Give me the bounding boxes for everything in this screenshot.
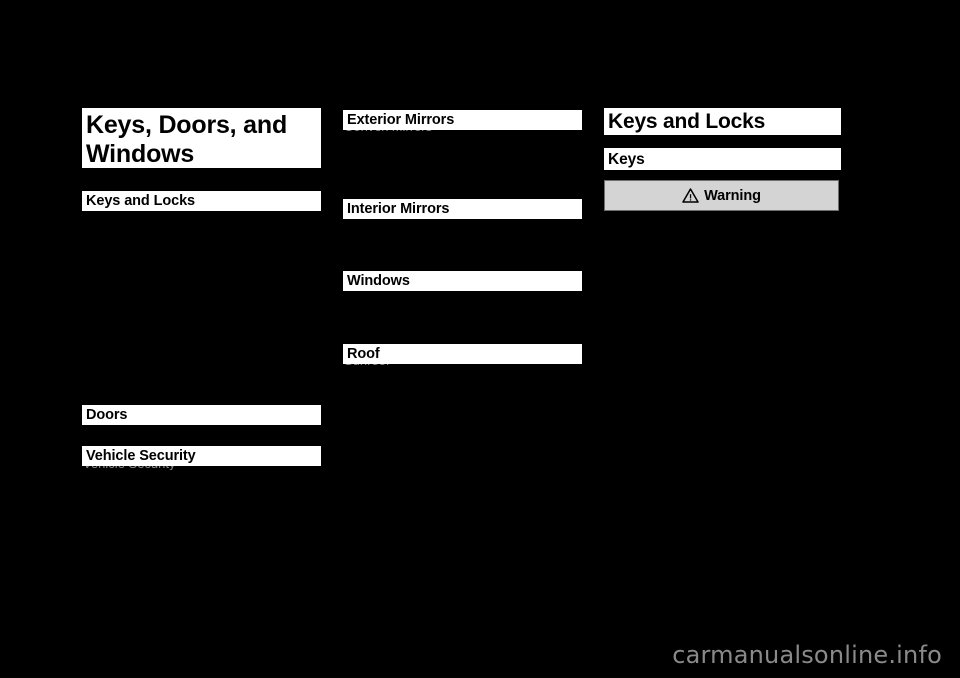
- clipped-entry-exterior-mirrors: Convex Mirrors: [344, 129, 580, 133]
- section-heading-windows: Windows: [343, 271, 582, 291]
- warning-triangle-icon: [682, 188, 699, 203]
- clipped-entry-roof: Sunroof: [344, 363, 580, 367]
- warning-callout: Warning: [604, 180, 839, 211]
- section-heading-doors: Doors: [82, 405, 321, 425]
- section-heading-roof: Roof: [343, 344, 582, 364]
- clipped-entry-vehicle-security: Vehicle Security: [83, 466, 319, 470]
- chapter-title: Keys, Doors, and Windows: [82, 108, 321, 168]
- warning-label: Warning: [704, 187, 761, 204]
- column-3: Keys and Locks Keys: [604, 0, 841, 678]
- section-heading-exterior-mirrors: Exterior Mirrors: [343, 110, 582, 130]
- section-heading-interior-mirrors: Interior Mirrors: [343, 199, 582, 219]
- watermark: carmanualsonline.info: [672, 641, 942, 669]
- column-2: Exterior Mirrors Interior Mirrors Window…: [343, 0, 582, 678]
- section-heading-keys: Keys: [604, 148, 841, 170]
- manual-page: Keys, Doors, and Windows Keys and Locks …: [0, 0, 960, 678]
- section-heading-keys-and-locks: Keys and Locks: [82, 191, 321, 211]
- column-1: Keys, Doors, and Windows Keys and Locks …: [82, 0, 321, 678]
- section-heading-vehicle-security: Vehicle Security: [82, 446, 321, 466]
- page-title: Keys and Locks: [604, 108, 841, 135]
